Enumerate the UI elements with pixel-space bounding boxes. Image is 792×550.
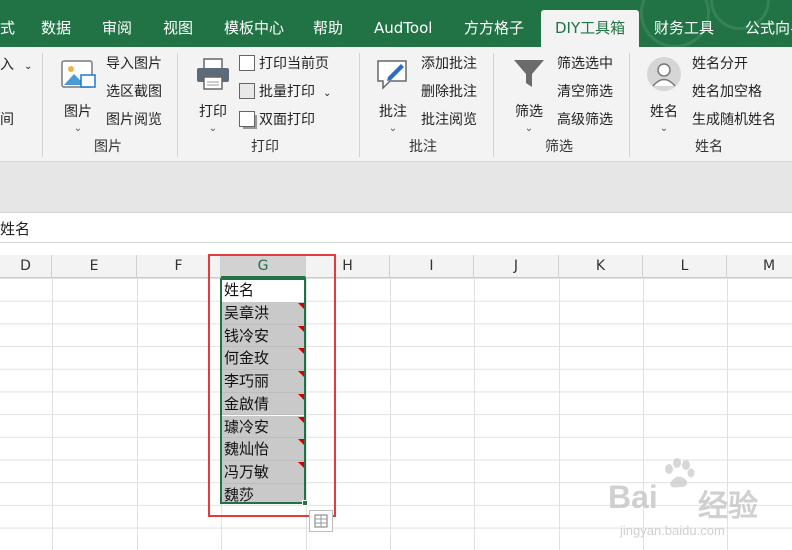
batch-print-label: 批量打印: [259, 84, 315, 100]
ribbon: 入 ⌄ 间 图片 ⌄ 导入图片 选区截图 图片阅览 图片 打印 ⌄ 打印当前页 …: [0, 47, 792, 162]
comment-button[interactable]: 批注 ⌄: [371, 55, 415, 134]
ribbon-group-print: 打印 ⌄ 打印当前页 批量打印 ⌄ 双面打印 打印: [177, 47, 359, 162]
quick-analysis-icon: [314, 514, 328, 528]
tab-diy-toolbox[interactable]: DIY工具箱: [541, 10, 640, 47]
ribbon-group-filter: 筛选 ⌄ 筛选选中 清空筛选 高级筛选 筛选: [493, 47, 629, 162]
funnel-icon: [514, 60, 544, 87]
ribbon-group-picture: 图片 ⌄ 导入图片 选区截图 图片阅览 图片: [42, 47, 177, 162]
group-label-picture: 图片: [94, 139, 122, 155]
gridline: [559, 278, 560, 550]
group-label-name: 姓名: [695, 139, 723, 155]
person-icon: [647, 57, 681, 91]
advanced-filter-button[interactable]: 高级筛选: [557, 109, 613, 131]
column-header-j[interactable]: J: [474, 255, 559, 278]
chevron-down-icon: ⌄: [388, 123, 398, 134]
tab-data[interactable]: 数据: [41, 10, 71, 47]
partial-button[interactable]: 入 ⌄: [0, 54, 32, 76]
split-name-button[interactable]: 姓名分开: [692, 53, 748, 75]
picture-browse-button[interactable]: 图片阅览: [106, 109, 162, 131]
filter-button[interactable]: 筛选 ⌄: [507, 55, 551, 134]
comment-browse-button[interactable]: 批注阅览: [421, 109, 477, 131]
quick-analysis-button[interactable]: [309, 510, 333, 532]
column-header-row: D E F G H I J K L M: [0, 255, 792, 278]
tab-fangfang[interactable]: 方方格子: [464, 10, 524, 47]
name-button[interactable]: 姓名 ⌄: [641, 55, 687, 134]
print-button[interactable]: 打印 ⌄: [191, 55, 235, 134]
ribbon-tab-bar: 式 数据 审阅 视图 模板中心 帮助 AudTool 方方格子 DIY工具箱 财…: [0, 0, 792, 47]
duplex-print-icon: [239, 111, 255, 127]
highlight-annotation: [208, 254, 336, 517]
formula-bar[interactable]: 姓名: [0, 212, 792, 243]
tab-help[interactable]: 帮助: [313, 10, 343, 47]
tab-view[interactable]: 视图: [163, 10, 193, 47]
tab-review[interactable]: 审阅: [102, 10, 132, 47]
name-label: 姓名: [650, 104, 678, 120]
batch-print-button[interactable]: 批量打印 ⌄: [239, 81, 331, 103]
gridline: [52, 278, 53, 550]
add-comment-button[interactable]: 添加批注: [421, 53, 477, 75]
chevron-down-icon: ⌄: [208, 123, 218, 134]
paw-icon: [665, 458, 695, 488]
column-header-i[interactable]: I: [390, 255, 474, 278]
tab-template-center[interactable]: 模板中心: [224, 10, 284, 47]
formula-bar-content[interactable]: 姓名: [0, 218, 30, 239]
clear-filter-button[interactable]: 清空筛选: [557, 81, 613, 103]
delete-comment-button[interactable]: 删除批注: [421, 81, 477, 103]
tab-shi[interactable]: 式: [0, 10, 15, 47]
page-print-icon: [239, 55, 255, 71]
duplex-print-label: 双面打印: [259, 112, 315, 128]
gridline: [390, 278, 391, 550]
chevron-down-icon: ⌄: [24, 61, 33, 72]
chevron-down-icon: ⌄: [73, 123, 83, 134]
tab-formula-wizard[interactable]: 公式向导: [745, 10, 792, 47]
column-header-l[interactable]: L: [643, 255, 727, 278]
toolbar-band: [0, 162, 792, 212]
column-header-d[interactable]: D: [0, 255, 52, 278]
chevron-down-icon: ⌄: [323, 88, 332, 99]
chevron-down-icon: ⌄: [524, 123, 534, 134]
ribbon-group-comment: 批注 ⌄ 添加批注 删除批注 批注阅览 批注: [359, 47, 493, 162]
watermark-brand: Bai: [608, 479, 658, 515]
print-label: 打印: [199, 104, 227, 120]
chevron-down-icon: ⌄: [659, 123, 669, 134]
group-label-filter: 筛选: [545, 139, 573, 155]
comment-icon: [377, 60, 407, 90]
tab-audtool[interactable]: AudTool: [374, 10, 432, 47]
random-name-button[interactable]: 生成随机姓名: [692, 109, 776, 131]
watermark-url: jingyan.baidu.com: [620, 523, 725, 538]
group-label-print: 打印: [251, 139, 279, 155]
print-current-page-label: 打印当前页: [259, 56, 329, 72]
print-current-page-button[interactable]: 打印当前页: [239, 53, 329, 75]
region-screenshot-button[interactable]: 选区截图: [106, 81, 162, 103]
tab-finance-tools[interactable]: 财务工具: [654, 10, 714, 47]
comment-label: 批注: [379, 104, 407, 120]
column-header-m[interactable]: M: [727, 255, 792, 278]
batch-print-icon: [239, 83, 255, 99]
column-header-e[interactable]: E: [52, 255, 137, 278]
gridline: [474, 278, 475, 550]
watermark-brand-cn: 经验: [698, 489, 758, 524]
filter-selected-button[interactable]: 筛选选中: [557, 53, 613, 75]
picture-button[interactable]: 图片 ⌄: [56, 55, 100, 134]
partial-label: 入: [0, 57, 14, 73]
partial-button[interactable]: 间: [0, 109, 14, 131]
import-picture-button[interactable]: 导入图片: [106, 53, 162, 75]
ribbon-group-partial: 入 ⌄ 间: [0, 47, 42, 162]
name-add-space-button[interactable]: 姓名加空格: [692, 81, 762, 103]
gridline: [137, 278, 138, 550]
picture-label: 图片: [64, 104, 92, 120]
column-header-k[interactable]: K: [559, 255, 643, 278]
group-label-comment: 批注: [409, 139, 437, 155]
ribbon-group-name: 姓名 ⌄ 姓名分开 姓名加空格 生成随机姓名 姓名: [629, 47, 792, 162]
filter-label: 筛选: [515, 104, 543, 120]
picture-icon: [61, 60, 96, 88]
duplex-print-button[interactable]: 双面打印: [239, 109, 315, 131]
baidu-watermark: Bai 经验 jingyan.baidu.com: [598, 458, 788, 545]
printer-icon: [197, 58, 229, 90]
